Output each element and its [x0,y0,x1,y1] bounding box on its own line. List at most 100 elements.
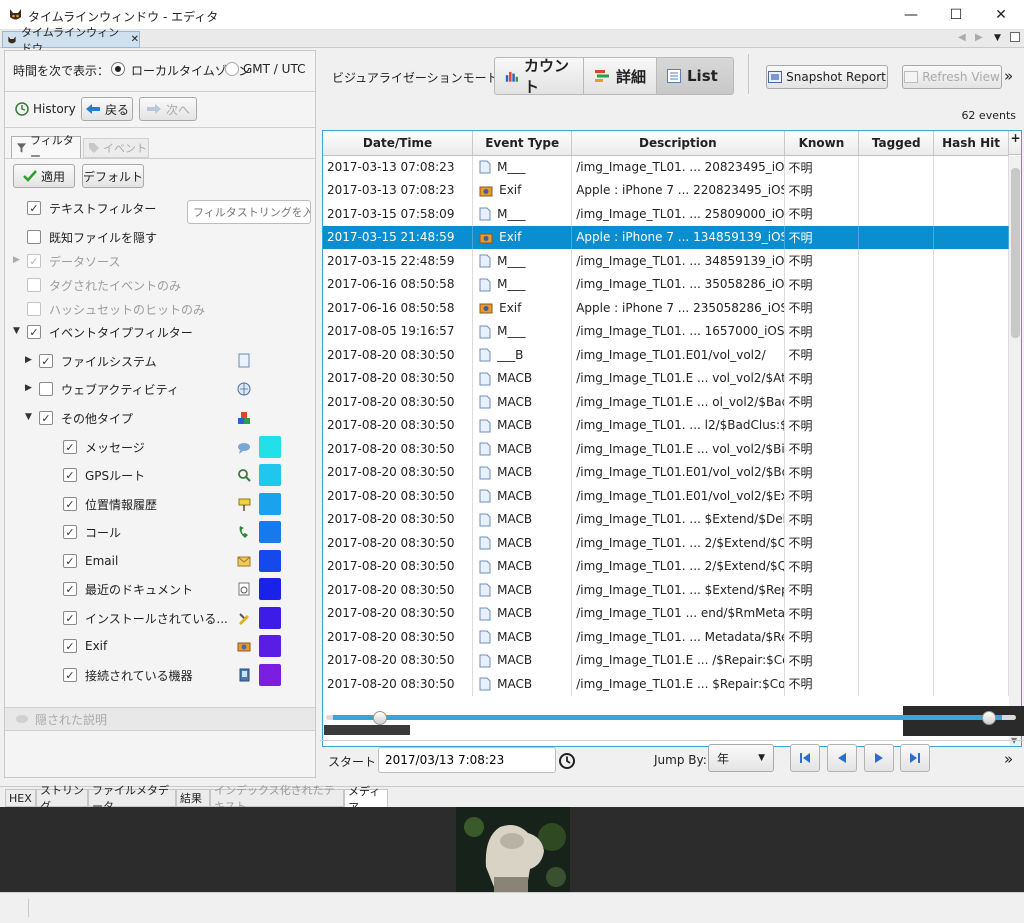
maximize-button[interactable]: ☐ [933,0,979,30]
filter-row-0[interactable]: 既知ファイルを隠す [27,226,157,248]
local-timezone-radio[interactable] [111,62,125,76]
table-row[interactable]: 2017-08-20 08:30:50 MACB/img_Image_TL01. … [323,531,1009,555]
table-row[interactable]: 2017-08-20 08:30:50 MACB/img_Image_TL01. … [323,625,1009,649]
event-type-row-11[interactable]: ✓ 接続されている機器 [63,664,193,686]
event-type-row-9[interactable]: ✓ インストールされている... [63,607,228,629]
event-type-checkbox[interactable]: ✓ [39,411,53,425]
filter-checkbox[interactable] [27,278,41,292]
event-type-checkbox[interactable] [39,382,53,396]
event-type-checkbox[interactable]: ✓ [63,497,77,511]
event-type-row-5[interactable]: ✓ 位置情報履歴 [63,493,157,515]
table-row[interactable]: 2017-03-15 21:48:59 Exif Apple : iPhone 7 … [323,225,1009,249]
event-type-checkbox[interactable]: ✓ [63,611,77,625]
start-datetime-input[interactable] [378,747,556,773]
table-row[interactable]: 2017-08-20 08:30:50 ___B/img_Image_TL01.E… [323,343,1009,367]
detail-mode-button[interactable]: 詳細 [583,57,657,95]
more-toolbar-icon[interactable]: » [1004,67,1013,85]
filter-row-1[interactable]: ✓ データソース [27,250,120,272]
tab-list-dropdown-icon[interactable]: ▼ [994,33,1001,43]
event-type-color-swatch[interactable] [259,635,281,657]
event-tab[interactable]: イベント [83,138,149,158]
table-row[interactable]: 2017-08-20 08:30:50 MACB/img_Image_TL01. … [323,554,1009,578]
filter-checkbox[interactable]: ✓ [27,254,41,268]
table-row[interactable]: 2017-06-16 08:50:58 Exif Apple : iPhone 7 … [323,296,1009,320]
table-row[interactable]: 2017-08-20 08:30:50 MACB/img_Image_TL01.E… [323,648,1009,672]
table-row[interactable]: 2017-08-20 08:30:50 MACB/img_Image_TL01.E… [323,672,1009,696]
collapse-arrow-icon[interactable]: ▶ [25,383,32,393]
table-row[interactable]: 2017-03-15 07:58:09 M___/img_Image_TL01. … [323,202,1009,226]
filter-checkbox[interactable] [27,302,41,316]
event-type-row-6[interactable]: ✓ コール [63,521,121,543]
event-type-row-4[interactable]: ✓ GPSルート [63,464,145,486]
column-header[interactable]: Known [784,131,860,156]
clock-icon[interactable] [558,752,576,770]
expand-arrow-icon[interactable]: ▼ [25,412,32,422]
restore-tab-icon[interactable] [1010,32,1020,42]
event-type-checkbox[interactable]: ✓ [63,440,77,454]
table-row[interactable]: 2017-08-20 08:30:50 MACB/img_Image_TL01.E… [323,390,1009,414]
filter-row-4[interactable]: ✓ イベントタイプフィルター [27,321,193,343]
event-type-color-swatch[interactable] [259,493,281,515]
table-row[interactable]: 2017-03-15 22:48:59 M___/img_Image_TL01. … [323,249,1009,273]
more-controls-icon[interactable]: » [1004,750,1013,768]
event-type-checkbox[interactable]: ✓ [63,525,77,539]
column-header[interactable]: Date/Time [323,131,474,156]
list-mode-button[interactable]: List [656,57,734,95]
collapse-arrow-icon[interactable]: ▶ [25,355,32,365]
table-row[interactable]: 2017-03-13 07:08:23 Exif Apple : iPhone 7 … [323,178,1009,202]
range-slider-low-thumb[interactable] [372,711,387,725]
event-type-checkbox[interactable]: ✓ [63,554,77,568]
viewer-tab-5[interactable]: メディア [344,785,388,814]
column-header[interactable]: Tagged [858,131,935,156]
table-row[interactable]: 2017-08-20 08:30:50 MACB/img_Image_TL01.E… [323,460,1009,484]
refresh-view-button[interactable]: Refresh View [902,65,1002,89]
filter-checkbox[interactable]: ✓ [27,325,41,339]
event-type-row-0[interactable]: ✓ ファイルシステム [39,350,157,372]
collapse-arrow-icon[interactable]: ▶ [13,255,20,265]
event-type-color-swatch[interactable] [259,664,281,686]
viewer-tab-1[interactable]: ストリング [36,784,88,813]
table-row[interactable]: 2017-03-13 07:08:23 M___/img_Image_TL01. … [323,155,1009,179]
event-type-checkbox[interactable]: ✓ [63,468,77,482]
filter-tab[interactable]: フィルター [11,134,81,163]
scroll-tabs-left-icon[interactable]: ◀ [958,32,966,43]
table-row[interactable]: 2017-08-20 08:30:50 MACB/img_Image_TL01. … [323,413,1009,437]
doc-tab-close-icon[interactable]: ✕ [131,34,139,45]
column-header[interactable]: Event Type [472,131,573,156]
jump-last-button[interactable] [900,744,930,772]
table-row[interactable]: 2017-08-20 08:30:50 MACB/img_Image_TL01.E… [323,484,1009,508]
close-button[interactable]: ✕ [978,0,1024,30]
viewer-tab-4[interactable]: インデックス化されたテキスト [210,784,344,813]
column-header[interactable]: Description [571,131,785,156]
event-type-row-2[interactable]: ✓ その他タイプ [39,407,133,429]
event-type-color-swatch[interactable] [259,464,281,486]
scrollbar-thumb[interactable] [1011,168,1020,338]
timeline-document-tab[interactable]: タイムラインウィンドウ ✕ [2,26,140,55]
table-row[interactable]: 2017-08-20 08:30:50 MACB/img_Image_TL01.E… [323,366,1009,390]
event-type-color-swatch[interactable] [259,521,281,543]
snapshot-report-button[interactable]: Snapshot Report [766,65,888,89]
event-type-color-swatch[interactable] [259,578,281,600]
apply-button[interactable]: 適用 [13,164,75,188]
event-type-color-swatch[interactable] [259,436,281,458]
add-column-icon[interactable]: + [1009,131,1021,155]
event-type-row-7[interactable]: ✓ Email [63,550,118,572]
event-type-color-swatch[interactable] [259,550,281,572]
text-filter-checkbox[interactable]: ✓ [27,201,41,215]
jump-previous-button[interactable] [827,744,857,772]
table-row[interactable]: 2017-08-20 08:30:50 MACB/img_Image_TL01. … [323,507,1009,531]
default-button[interactable]: デフォルト [82,164,144,188]
expand-arrow-icon[interactable]: ▼ [13,326,20,336]
filter-string-input[interactable] [187,200,311,224]
event-type-color-swatch[interactable] [259,607,281,629]
text-filter-row[interactable]: ✓ テキストフィルター [27,197,156,219]
filter-row-2[interactable]: タグされたイベントのみ [27,274,181,296]
table-row[interactable]: 2017-06-16 08:50:58 M___/img_Image_TL01. … [323,272,1009,296]
filter-row-3[interactable]: ハッシュセットのヒットのみ [27,298,205,320]
event-type-row-10[interactable]: ✓ Exif [63,635,107,657]
table-row[interactable]: 2017-08-20 08:30:50 MACB/img_Image_TL01. … [323,578,1009,602]
forward-button[interactable]: 次へ [139,97,197,121]
table-row[interactable]: 2017-08-20 08:30:50 MACB/img_Image_TL01 .… [323,601,1009,625]
filter-checkbox[interactable] [27,230,41,244]
viewer-tab-2[interactable]: ファイルメタデータ [88,784,176,813]
